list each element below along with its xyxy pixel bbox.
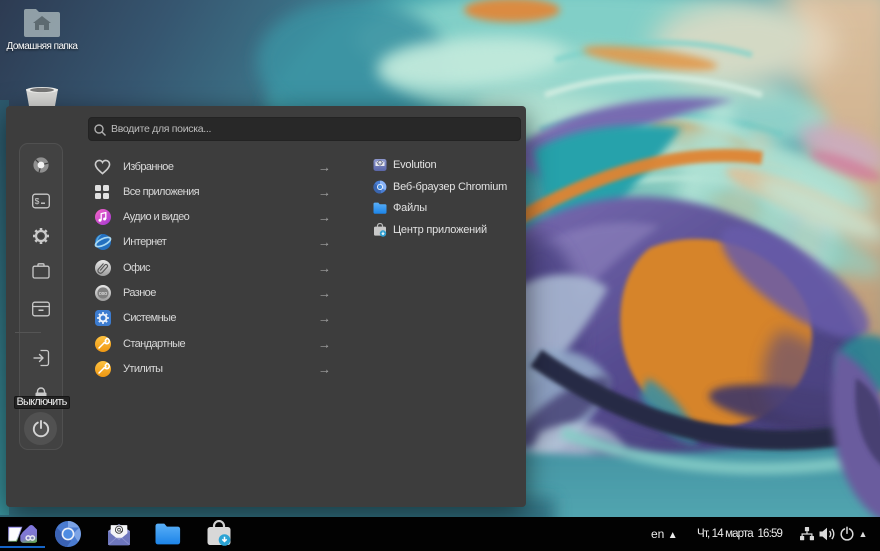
- svg-text:oxo: oxo: [99, 291, 107, 297]
- svg-text:$: $: [35, 196, 40, 206]
